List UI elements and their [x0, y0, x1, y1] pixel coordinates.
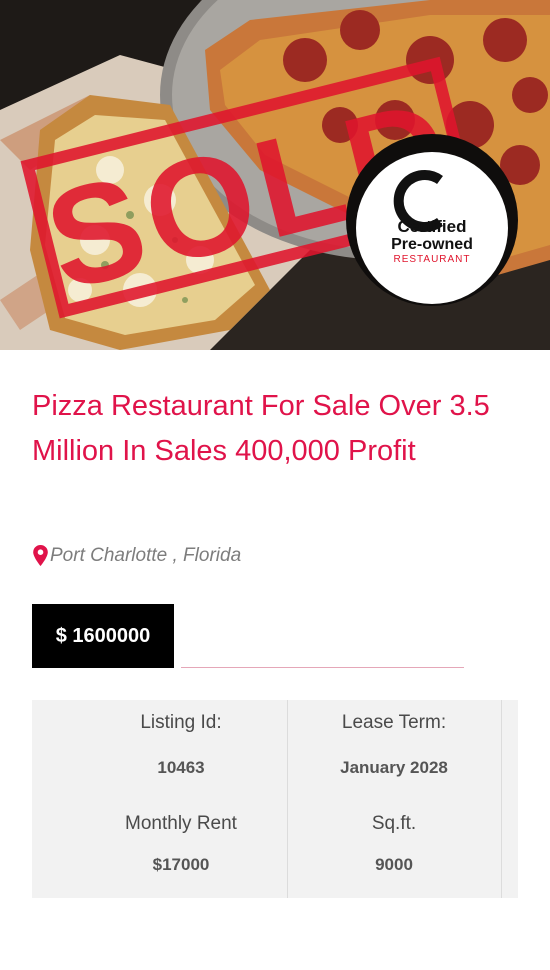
- certified-badge: Certified Pre-owned RESTAURANT: [346, 134, 518, 306]
- map-pin-icon: [32, 544, 49, 568]
- svg-text:Pre-owned: Pre-owned: [391, 236, 473, 253]
- location-text: Port Charlotte , Florida: [50, 545, 242, 566]
- listing-location: Port Charlotte , Florida: [32, 543, 241, 569]
- listing-photo[interactable]: SOLD Certified Pre-owned RESTAURANT: [0, 0, 550, 350]
- listing-card: SOLD Certified Pre-owned RESTAURANT Pizz…: [0, 0, 550, 970]
- details-divider: [501, 700, 502, 898]
- listing-id-label: Listing Id:: [140, 712, 222, 733]
- monthly-rent-label: Monthly Rent: [125, 813, 237, 834]
- monthly-rent-value: $17000: [152, 855, 210, 874]
- sqft-label: Sq.ft.: [371, 813, 417, 834]
- price-row: $ 1600000: [32, 604, 464, 668]
- listing-id-value: 10463: [157, 758, 205, 777]
- listing-title[interactable]: Pizza Restaurant For Sale Over 3.5 Milli…: [32, 384, 522, 474]
- listing-photo-graphic: SOLD Certified Pre-owned RESTAURANT: [0, 0, 550, 350]
- listing-details: Listing Id: 10463 Lease Term: January 20…: [32, 700, 518, 898]
- lease-term-value: January 2028: [340, 758, 448, 777]
- price-divider: [181, 667, 464, 668]
- svg-text:RESTAURANT: RESTAURANT: [393, 254, 470, 265]
- sqft-value: 9000: [375, 855, 413, 874]
- price-badge: $ 1600000: [32, 604, 174, 668]
- lease-term-label: Lease Term:: [341, 712, 447, 733]
- svg-text:Certified: Certified: [398, 217, 467, 236]
